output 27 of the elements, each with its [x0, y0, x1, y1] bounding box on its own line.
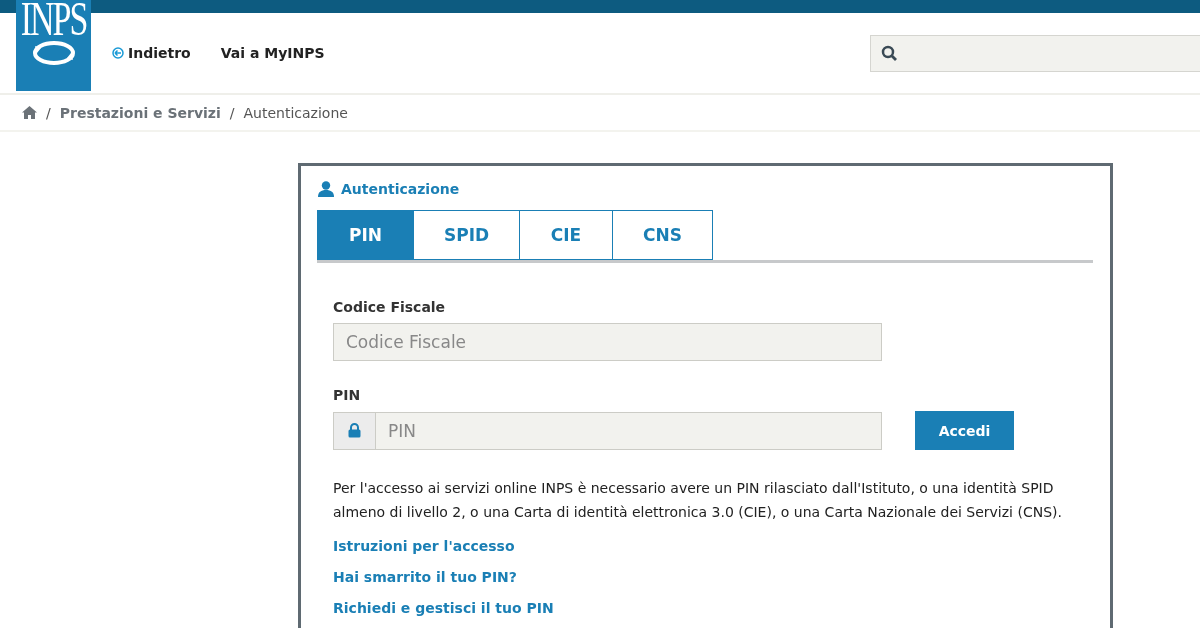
tab[interactable]: CNS: [612, 210, 713, 260]
logo-text: INPS: [20, 0, 87, 44]
help-link[interactable]: Richiedi e gestisci il tuo PIN: [333, 600, 554, 616]
home-icon[interactable]: [22, 106, 37, 119]
search-icon: [881, 45, 898, 62]
text-input-field[interactable]: Codice Fiscale: [333, 323, 882, 361]
tab[interactable]: CIE: [519, 210, 613, 260]
breadcrumb-link[interactable]: Prestazioni e Servizi: [59, 104, 221, 121]
user-icon: [317, 181, 335, 197]
card-title: Autenticazione: [341, 181, 460, 197]
search-field[interactable]: [870, 35, 1200, 72]
back-arrow-icon: [112, 47, 124, 59]
login-button[interactable]: Accedi: [915, 411, 1014, 450]
info-text: Per l'accesso ai servizi online INPS è necessario avere un PIN rilasciato dall'Istituto, o una identità SPID almeno di livello 2, o una Carta di identità elettronica 3.0 (CIE), o una Carta Nazionale dei Servizi (CNS).: [333, 479, 1063, 522]
field-label: Codice Fiscale: [333, 299, 447, 315]
nav-link[interactable]: Vai a MyINPS: [220, 45, 325, 61]
help-link[interactable]: Hai smarrito il tuo PIN?: [333, 569, 517, 585]
logo[interactable]: INPS: [16, 0, 91, 91]
field-label: PIN: [333, 387, 362, 403]
breadcrumb-current: Autenticazione: [243, 104, 348, 121]
help-link[interactable]: Istruzioni per l'accesso: [333, 538, 515, 554]
tab[interactable]: PIN: [317, 210, 414, 260]
tab[interactable]: SPID: [413, 210, 520, 260]
breadcrumb-separator: /: [229, 104, 235, 121]
lock-icon: [348, 423, 361, 438]
back-link[interactable]: Indietro: [112, 45, 191, 61]
breadcrumb-separator: /: [46, 104, 51, 121]
